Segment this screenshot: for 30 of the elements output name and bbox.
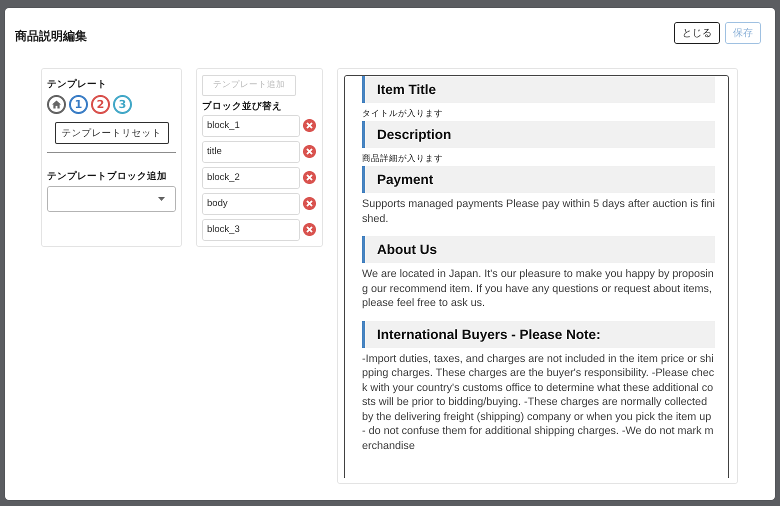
section-heading: Description — [362, 121, 715, 148]
section-label: テンプレート — [47, 78, 107, 91]
remove-icon[interactable] — [303, 145, 316, 158]
placeholder-text: 商品詳細が入ります — [362, 153, 444, 165]
remove-icon[interactable] — [303, 197, 316, 210]
dialog-title: 商品説明編集 — [15, 28, 87, 45]
template-number-button[interactable]: 1 — [69, 95, 88, 114]
section-text: -Import duties, taxes, and charges are not included in the item price or shipping charges. These charges are the buyer's responsibility. -Please check with your country's customs office to determine what these additional costs will be prior to bidding/buying. -These charges are normally collected by the delivering freight (shipping) company or when you pick the item up - do not confuse them for additional shipping charges. -We do not mark merchandise — [362, 352, 715, 453]
section-label: テンプレートブロック追加 — [47, 170, 167, 183]
home-icon[interactable] — [47, 95, 66, 114]
block-name-field[interactable]: title — [202, 140, 300, 162]
block-name-field[interactable]: block_1 — [202, 114, 300, 136]
section-text: We are located in Japan. It's our pleasure to make you happy by proposing our recommend item. If you have any questions or request about items, please feel free to ask us. — [362, 267, 715, 310]
section-heading: About Us — [362, 236, 715, 263]
placeholder-text: タイトルが入ります — [362, 108, 444, 120]
template-reset-button[interactable]: テンプレートリセット — [54, 122, 168, 144]
section-heading: Payment — [362, 166, 715, 193]
caret-icon — [158, 197, 165, 201]
section-label: ブロック並び替え — [202, 100, 282, 112]
close-button[interactable]: とじる — [674, 22, 720, 44]
block-name-field[interactable]: block_2 — [202, 166, 300, 188]
remove-icon[interactable] — [303, 171, 316, 184]
remove-icon[interactable] — [303, 223, 316, 236]
remove-icon[interactable] — [303, 119, 316, 132]
section-heading: International Buyers - Please Note: — [362, 320, 715, 348]
block-name-field[interactable]: block_3 — [202, 218, 300, 240]
block-name-field[interactable]: body — [202, 192, 300, 214]
template-number-button[interactable]: 2 — [91, 95, 110, 114]
section-heading: Item Title — [362, 76, 715, 103]
section-text: Supports managed payments Please pay within 5 days after auction is finished. — [362, 197, 715, 226]
